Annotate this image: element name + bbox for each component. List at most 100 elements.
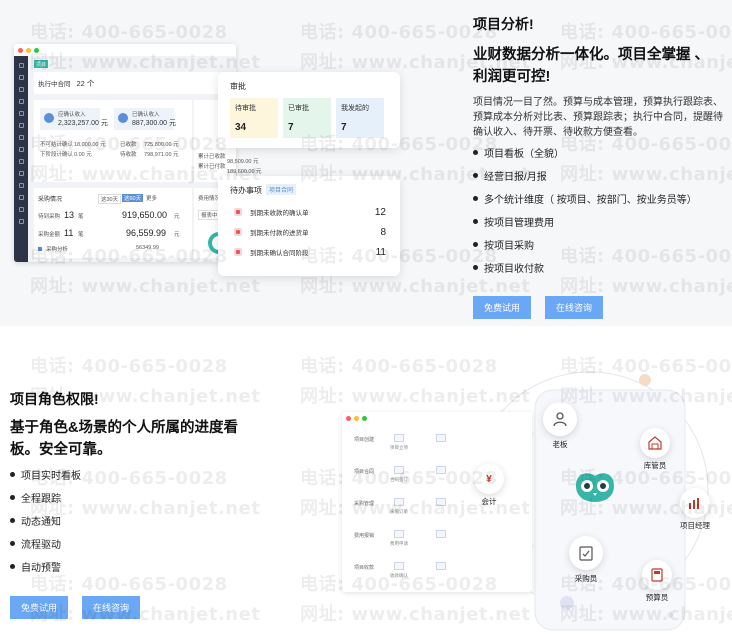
paid-value: 98,509.00 元 [227, 159, 259, 165]
role-manager[interactable]: 项目经理 [680, 488, 710, 531]
menu-icon [18, 219, 24, 224]
alert-icon [234, 248, 242, 256]
menu-icon [18, 123, 24, 128]
purchase-tab-60[interactable]: 这60天 [122, 194, 144, 202]
card2-value: 887,300.00 元 [132, 120, 176, 127]
online-consult-button[interactable]: 在线咨询 [545, 296, 603, 319]
feature-item: 多个统计维度（ 按项目、按部门、按业务员等） [473, 187, 697, 210]
todo-tag: 项目合同 [266, 184, 297, 195]
flow-node [436, 466, 446, 474]
purchase-footer-label: 采购分析 [46, 247, 69, 253]
feature-item-label: 项目看板（全貌） [484, 149, 564, 160]
purchase-row1-value: 919,650.00 [122, 210, 168, 220]
person-icon [543, 402, 577, 436]
section1-subtitle-line1: 业财数据分析一体化。项目全掌握 、 [473, 47, 710, 63]
feature-item-label: 全程跟踪 [21, 494, 61, 505]
approval-mine-label: 我发起的 [341, 105, 369, 112]
bullet-icon [10, 518, 15, 523]
purchase-row1-yuan: 元 [174, 214, 180, 220]
close-dot-icon [346, 416, 351, 421]
row4-value: 798,971.00 元 [144, 152, 179, 158]
contract-card: 执行中合同 22 个 [34, 72, 224, 94]
deco-dot [639, 374, 651, 386]
feature-item-label: 按项目收付款 [484, 264, 544, 275]
purchase-row1-label: 待到采购 [38, 214, 61, 220]
bullet-icon [10, 472, 15, 477]
todo-item[interactable]: 到期未确认合同阶段 11 [234, 242, 386, 262]
bullet-icon [473, 242, 478, 247]
card2-label: 已确认收入 [132, 112, 160, 118]
menu-icon [18, 207, 24, 212]
approval-pending[interactable]: 待审批 34 [230, 98, 278, 138]
menu-icon [18, 147, 24, 152]
approval-done[interactable]: 已审批 7 [283, 98, 331, 138]
approval-mine[interactable]: 我发起的 7 [336, 98, 384, 138]
contract-count: 22 个 [76, 78, 95, 88]
menu-icon [18, 159, 24, 164]
purchase-tab-more[interactable]: 更多 [146, 194, 157, 202]
todo-list: 到期未收款的确认单 12 到期未付款的进货单 8 到期未确认合同阶段 11 [234, 202, 386, 262]
flow-node [394, 530, 404, 538]
flow-node-label: 收款确认 [390, 573, 408, 578]
feature-item: 按项目管理费用 [473, 210, 697, 233]
yuan-icon: ¥ [474, 464, 504, 494]
menu-icon [18, 87, 24, 92]
approval-title: 审批 [230, 82, 246, 91]
card1-value: 2,323,257.00 元 [58, 120, 108, 127]
purchase-label: 采购情况 [38, 197, 63, 203]
close-dot-icon [18, 47, 23, 53]
purchase-footer-value: 56349.99 [136, 245, 159, 251]
free-trial-button[interactable]: 免费试用 [473, 296, 531, 319]
flow-node-label: 合同签订 [390, 477, 408, 482]
feature-item-label: 按项目管理费用 [484, 218, 554, 229]
flow-node [436, 498, 446, 506]
contract-label: 执行中合同 [38, 81, 71, 88]
feature-item-label: 动态通知 [21, 517, 61, 528]
todo-item[interactable]: 到期未付款的进货单 8 [234, 222, 386, 242]
section1-feature-list: 项目看板（全貌） 经营日报/月报 多个统计维度（ 按项目、按部门、按业务员等） … [473, 141, 697, 279]
yuan-symbol: ¥ [486, 473, 492, 485]
role-accountant[interactable]: ¥ 会计 [474, 464, 504, 507]
flow-node-label: 采购订单 [390, 509, 408, 514]
approval-done-label: 已审批 [288, 105, 309, 112]
role-warehouse[interactable]: 库管员 [640, 428, 670, 471]
todo-item-count: 8 [380, 226, 386, 238]
online-consult-button-2[interactable]: 在线咨询 [82, 596, 140, 619]
row3-label: 已收款 [120, 142, 137, 148]
clipboard-icon [569, 536, 603, 570]
approval-items: 待审批 34 已审批 7 我发起的 7 [230, 98, 384, 138]
flow-node [436, 530, 446, 538]
feature-item: 按项目采购 [473, 233, 697, 256]
bullet-icon [473, 219, 478, 224]
role-budget[interactable]: 预算员 [642, 560, 672, 603]
role-accountant-label: 会计 [481, 497, 497, 506]
row1-value: 18,000.00 元 [74, 142, 106, 148]
purchase-row2-count: 11 [64, 228, 74, 238]
section1-subtitle-line2: 利润更可控! [473, 69, 551, 85]
paid2-label: 累计已付款 [198, 164, 226, 170]
owl-logo-icon [576, 473, 614, 502]
menu-icon [18, 75, 24, 80]
flow-node [394, 498, 404, 506]
project-tag: 项目 [34, 60, 48, 68]
free-trial-button-2[interactable]: 免费试用 [10, 596, 68, 619]
purchase-tab-30[interactable]: 这30天 [98, 194, 122, 204]
flow-node [436, 434, 446, 442]
section2-subtitle-line1: 基于角色&场景的个人所属的进度看 [10, 420, 238, 436]
todo-item-label: 到期未收款的确认单 [250, 210, 309, 217]
menu-icon [18, 111, 24, 116]
section2-subtitle-line2: 板。安全可靠。 [10, 442, 112, 458]
role-warehouse-label: 库管员 [643, 461, 667, 470]
role-boss[interactable]: 老板 [543, 402, 577, 450]
dashboard-screenshot: 项目 执行中合同 22 个 应确认收入 2,323,257.00 元 已确认收入… [14, 44, 236, 262]
feature-item-label: 多个统计维度（ 按项目、按部门、按业务员等） [484, 195, 697, 206]
minimize-dot-icon [26, 47, 31, 53]
role-purchaser[interactable]: 采购员 [569, 536, 603, 584]
row2-value: 0.00 元 [74, 152, 92, 158]
todo-title: 待办事项 [230, 186, 262, 195]
flow-row-label: 项目合同 [354, 469, 375, 475]
section1-desc-line3: 确认收入、待开票、待收款方便查看。 [473, 127, 643, 138]
menu-icon [18, 183, 24, 188]
todo-item[interactable]: 到期未收款的确认单 12 [234, 202, 386, 222]
card1-label: 应确认收入 [58, 112, 86, 118]
